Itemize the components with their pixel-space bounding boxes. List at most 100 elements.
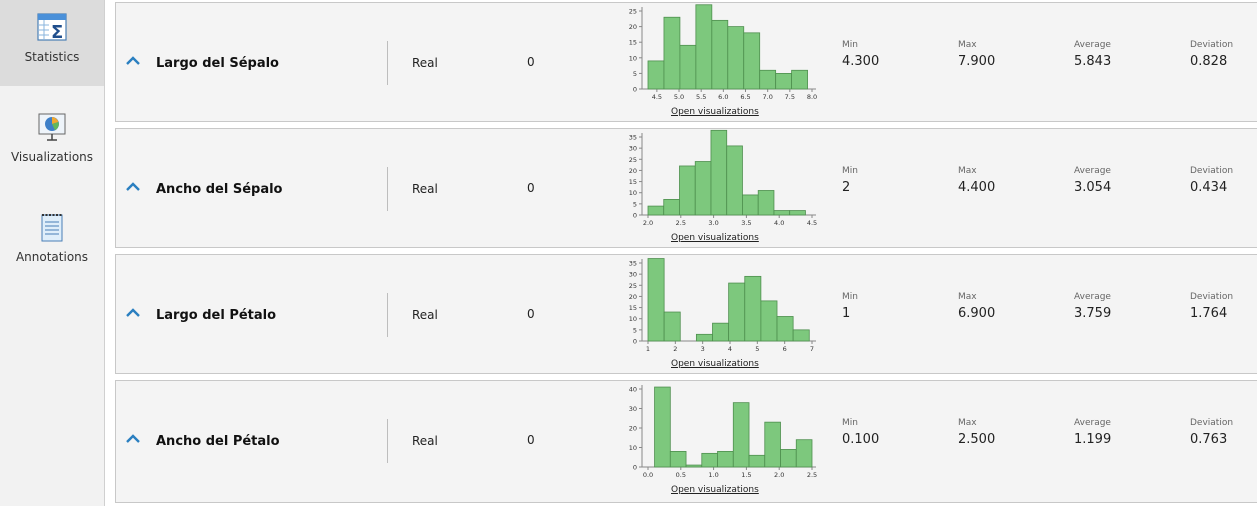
chevron-up-icon[interactable] xyxy=(125,434,141,444)
x-tick-label: 0.5 xyxy=(676,471,686,479)
x-tick-label: 3.0 xyxy=(708,219,718,227)
x-tick-label: 4 xyxy=(728,345,732,353)
max-value: 6.900 xyxy=(958,306,996,321)
histogram-bar xyxy=(695,333,713,342)
histogram-bar xyxy=(764,421,781,468)
min-label: Min xyxy=(842,166,858,176)
histogram-bar xyxy=(727,26,745,90)
deviation-label: Deviation xyxy=(1190,292,1234,302)
chevron-up-icon[interactable] xyxy=(125,308,141,318)
average-value: 1.199 xyxy=(1074,432,1112,447)
histogram-bar xyxy=(789,210,806,216)
attribute-row[interactable]: Largo del Sépalo Real 0 0 5 10 15 20 25 4.5 5.0… xyxy=(115,2,1257,122)
histogram-bar xyxy=(663,199,680,216)
histogram-bar xyxy=(669,451,687,468)
open-visualizations-link[interactable]: Open visualizations xyxy=(671,485,759,495)
y-tick-label: 25 xyxy=(629,156,637,164)
x-tick-label: 8.0 xyxy=(807,93,817,101)
open-visualizations-link[interactable]: Open visualizations xyxy=(671,107,759,117)
min-label: Min xyxy=(842,292,858,302)
missing-count: 0 xyxy=(527,433,535,447)
deviation-label: Deviation xyxy=(1190,40,1234,50)
histogram-bar xyxy=(694,161,712,216)
y-tick-label: 40 xyxy=(629,386,637,394)
y-tick-label: 20 xyxy=(629,167,637,175)
x-tick-label: 1.5 xyxy=(741,471,751,479)
histogram-bar xyxy=(773,210,791,216)
visualizations-icon xyxy=(38,113,66,141)
chevron-up-icon[interactable] xyxy=(125,56,141,66)
x-tick-label: 4.5 xyxy=(652,93,662,101)
column-divider xyxy=(387,419,388,463)
histogram-bar xyxy=(775,73,793,90)
attribute-type: Real xyxy=(412,56,438,70)
min-value: 1 xyxy=(842,306,851,321)
open-visualizations-link[interactable]: Open visualizations xyxy=(671,359,759,369)
x-tick-label: 4.0 xyxy=(774,219,784,227)
histogram-bar xyxy=(685,464,703,468)
histogram-bar xyxy=(742,194,759,216)
deviation-value: 1.764 xyxy=(1190,306,1228,321)
sidebar-item-label: Statistics xyxy=(24,50,80,64)
x-tick-label: 7.5 xyxy=(785,93,795,101)
sidebar-item-label: Visualizations xyxy=(10,150,94,164)
column-divider xyxy=(387,293,388,337)
y-tick-label: 20 xyxy=(629,425,637,433)
histogram-bar xyxy=(654,386,671,468)
average-label: Average xyxy=(1074,166,1111,176)
x-tick-label: 2.0 xyxy=(643,219,653,227)
missing-count: 0 xyxy=(527,55,535,69)
attribute-row[interactable]: Ancho del Sépalo Real 0 0 5 10 15 20 25 30 35 2.… xyxy=(115,128,1257,248)
sidebar-item-visualizations[interactable]: Visualizations xyxy=(0,100,104,186)
average-label: Average xyxy=(1074,40,1111,50)
y-tick-label: 30 xyxy=(629,271,637,279)
x-tick-label: 3 xyxy=(701,345,705,353)
attribute-row[interactable]: Ancho del Pétalo Real 0 0 10 20 30 40 0.0 0.5 1… xyxy=(115,380,1257,503)
histogram: 0 5 10 15 20 25 4.5 5.0 5.5 6.0 6.5 7.0 7.5 8.0 xyxy=(629,4,817,101)
y-tick-label: 15 xyxy=(629,304,637,312)
histogram-bar xyxy=(743,32,761,90)
y-tick-label: 10 xyxy=(629,444,637,452)
open-visualizations-link[interactable]: Open visualizations xyxy=(671,233,759,243)
x-tick-label: 5.0 xyxy=(674,93,684,101)
max-value: 4.400 xyxy=(958,180,996,195)
histogram-bar xyxy=(732,402,750,468)
min-value: 2 xyxy=(842,180,851,195)
max-label: Max xyxy=(958,418,977,428)
deviation-value: 0.434 xyxy=(1190,180,1228,195)
x-tick-label: 6.5 xyxy=(740,93,750,101)
min-value: 4.300 xyxy=(842,54,880,69)
histogram-bar xyxy=(792,329,810,342)
histogram-bar xyxy=(695,4,713,90)
attribute-name: Largo del Pétalo xyxy=(156,308,277,323)
missing-count: 0 xyxy=(527,181,535,195)
x-tick-label: 2.5 xyxy=(807,471,817,479)
attribute-row[interactable]: Largo del Pétalo Real 0 0 5 10 15 20 25 30 35 1 2… xyxy=(115,254,1257,374)
attribute-type: Real xyxy=(412,308,438,322)
attribute-type: Real xyxy=(412,182,438,196)
y-tick-label: 0 xyxy=(633,212,637,220)
deviation-value: 0.763 xyxy=(1190,432,1228,447)
deviation-label: Deviation xyxy=(1190,418,1234,428)
y-tick-label: 0 xyxy=(633,464,637,472)
histogram: 0 5 10 15 20 25 30 35 2.0 2.5 3.0 3.5 4.0 4.5 xyxy=(629,129,817,227)
x-tick-label: 1.0 xyxy=(708,471,718,479)
y-tick-label: 25 xyxy=(629,8,637,16)
average-value: 3.054 xyxy=(1074,180,1112,195)
y-tick-label: 10 xyxy=(629,189,637,197)
average-value: 5.843 xyxy=(1074,54,1112,69)
missing-count: 0 xyxy=(527,307,535,321)
min-label: Min xyxy=(842,418,858,428)
max-label: Max xyxy=(958,166,977,176)
chevron-up-icon[interactable] xyxy=(125,182,141,192)
sidebar-item-statistics[interactable]: Σ Statistics xyxy=(0,0,104,86)
sidebar-item-annotations[interactable]: Annotations xyxy=(0,200,104,286)
histogram-bar xyxy=(726,145,743,216)
y-tick-label: 25 xyxy=(629,282,637,290)
histogram: 0 5 10 15 20 25 30 35 1 2 3 4 5 6 7 xyxy=(629,258,816,353)
attribute-name: Largo del Sépalo xyxy=(156,56,279,71)
attribute-type: Real xyxy=(412,434,438,448)
statistics-icon: Σ xyxy=(37,13,67,42)
histogram-bar xyxy=(663,16,681,90)
y-tick-label: 5 xyxy=(633,200,637,208)
